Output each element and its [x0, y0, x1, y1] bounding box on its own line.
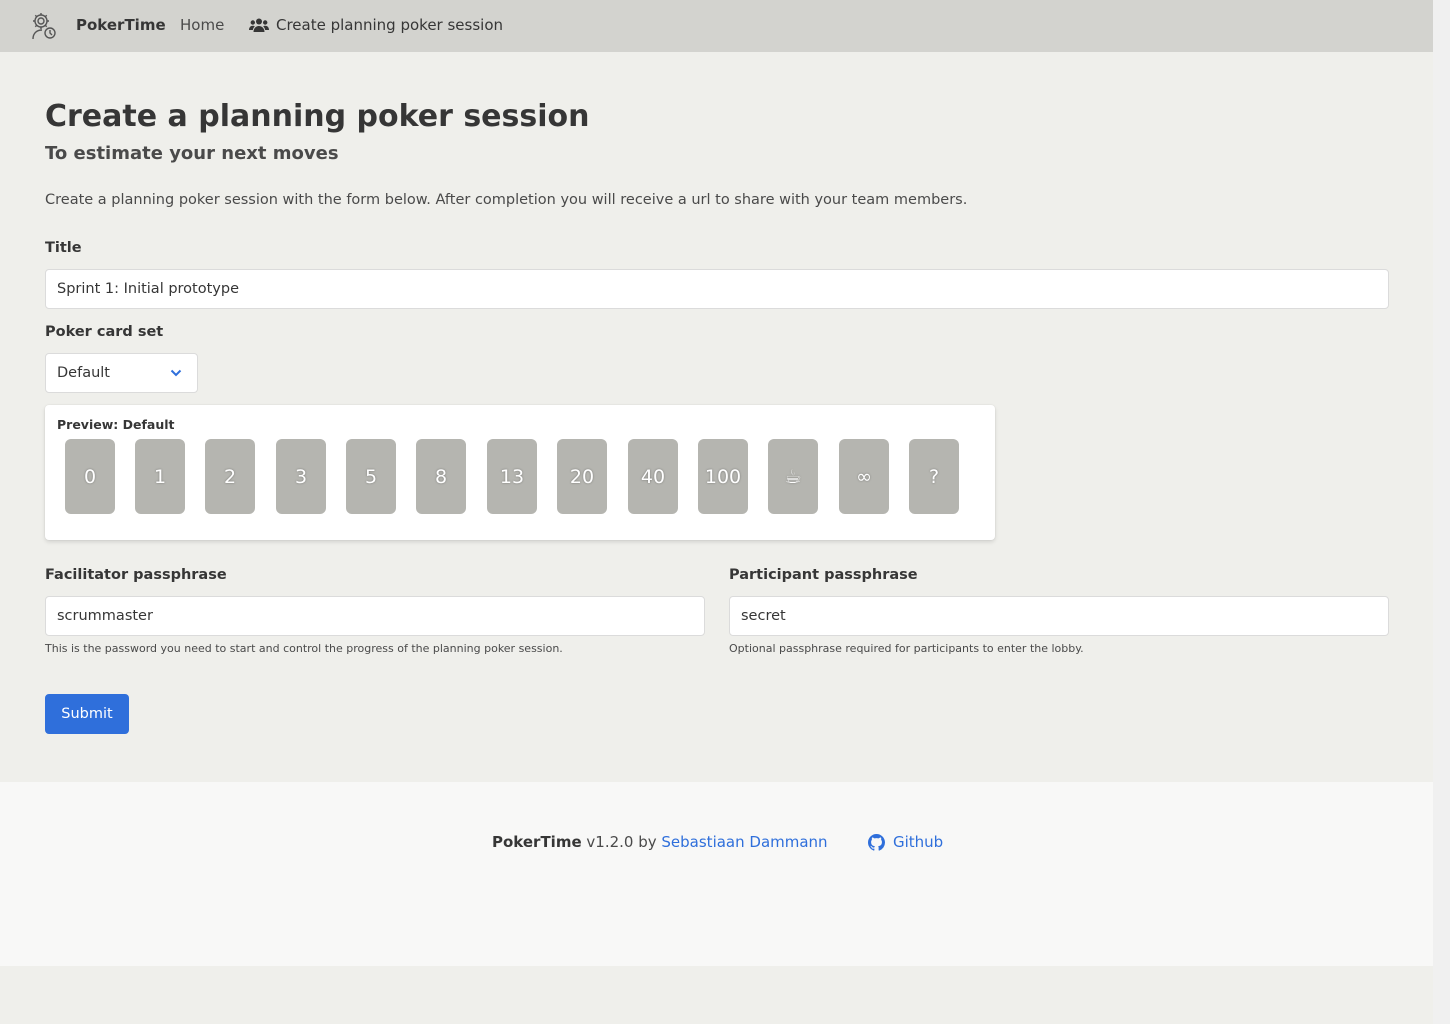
author-link[interactable]: Sebastiaan Dammann: [661, 833, 827, 851]
nav-create-label: Create planning poker session: [276, 16, 504, 34]
title-label: Title: [45, 240, 82, 256]
chevron-down-icon: [170, 369, 182, 377]
title-input[interactable]: [45, 269, 1389, 309]
facilitator-passphrase-label: Facilitator passphrase: [45, 567, 227, 583]
nav-home-link[interactable]: Home: [180, 16, 224, 34]
poker-card-infinity: ∞: [839, 439, 889, 514]
github-label: Github: [893, 833, 944, 851]
poker-card: 8: [416, 439, 466, 514]
poker-card: 0: [65, 439, 115, 514]
footer-brand: PokerTime: [492, 833, 582, 851]
facilitator-passphrase-input[interactable]: [45, 596, 705, 636]
cardset-selected-value: Default: [57, 365, 110, 381]
participant-passphrase-label: Participant passphrase: [729, 567, 918, 583]
navbar: PokerTime Home Create planning poker ses…: [0, 0, 1433, 52]
participant-passphrase-input[interactable]: [729, 596, 1389, 636]
logo-icon[interactable]: [29, 11, 59, 41]
preview-label: Preview: Default: [57, 417, 175, 432]
poker-card: 20: [557, 439, 607, 514]
poker-card: 3: [276, 439, 326, 514]
brand-link[interactable]: PokerTime: [76, 16, 166, 34]
facilitator-passphrase-help: This is the password you need to start a…: [45, 642, 563, 655]
github-link[interactable]: Github: [868, 833, 943, 851]
poker-card: 5: [346, 439, 396, 514]
footer: PokerTime v1.2.0 by Sebastiaan Dammann G…: [0, 782, 1433, 966]
poker-card: 13: [487, 439, 537, 514]
footer-credits: PokerTime v1.2.0 by Sebastiaan Dammann: [492, 833, 828, 851]
poker-card: 2: [205, 439, 255, 514]
page-title: Create a planning poker session: [45, 99, 590, 134]
poker-card: 100: [698, 439, 748, 514]
intro-text: Create a planning poker session with the…: [45, 192, 968, 208]
poker-card-coffee: ☕: [768, 439, 818, 514]
cardset-select[interactable]: Default: [45, 353, 198, 393]
page-subtitle: To estimate your next moves: [45, 143, 339, 164]
users-icon: [249, 18, 269, 32]
github-icon: [868, 833, 885, 851]
page: PokerTime Home Create planning poker ses…: [0, 0, 1433, 1024]
poker-card: 40: [628, 439, 678, 514]
cardset-label: Poker card set: [45, 324, 164, 340]
nav-create-session-link[interactable]: Create planning poker session: [249, 16, 503, 34]
submit-button[interactable]: Submit: [45, 694, 129, 734]
poker-card-question: ?: [909, 439, 959, 514]
cardset-preview: Preview: Default 0 1 2 3 5 8 13 20 40 10…: [45, 405, 995, 540]
poker-card: 1: [135, 439, 185, 514]
vertical-scrollbar[interactable]: [1433, 0, 1450, 1024]
footer-version: v1.2.0 by: [586, 833, 657, 851]
participant-passphrase-help: Optional passphrase required for partici…: [729, 642, 1084, 655]
